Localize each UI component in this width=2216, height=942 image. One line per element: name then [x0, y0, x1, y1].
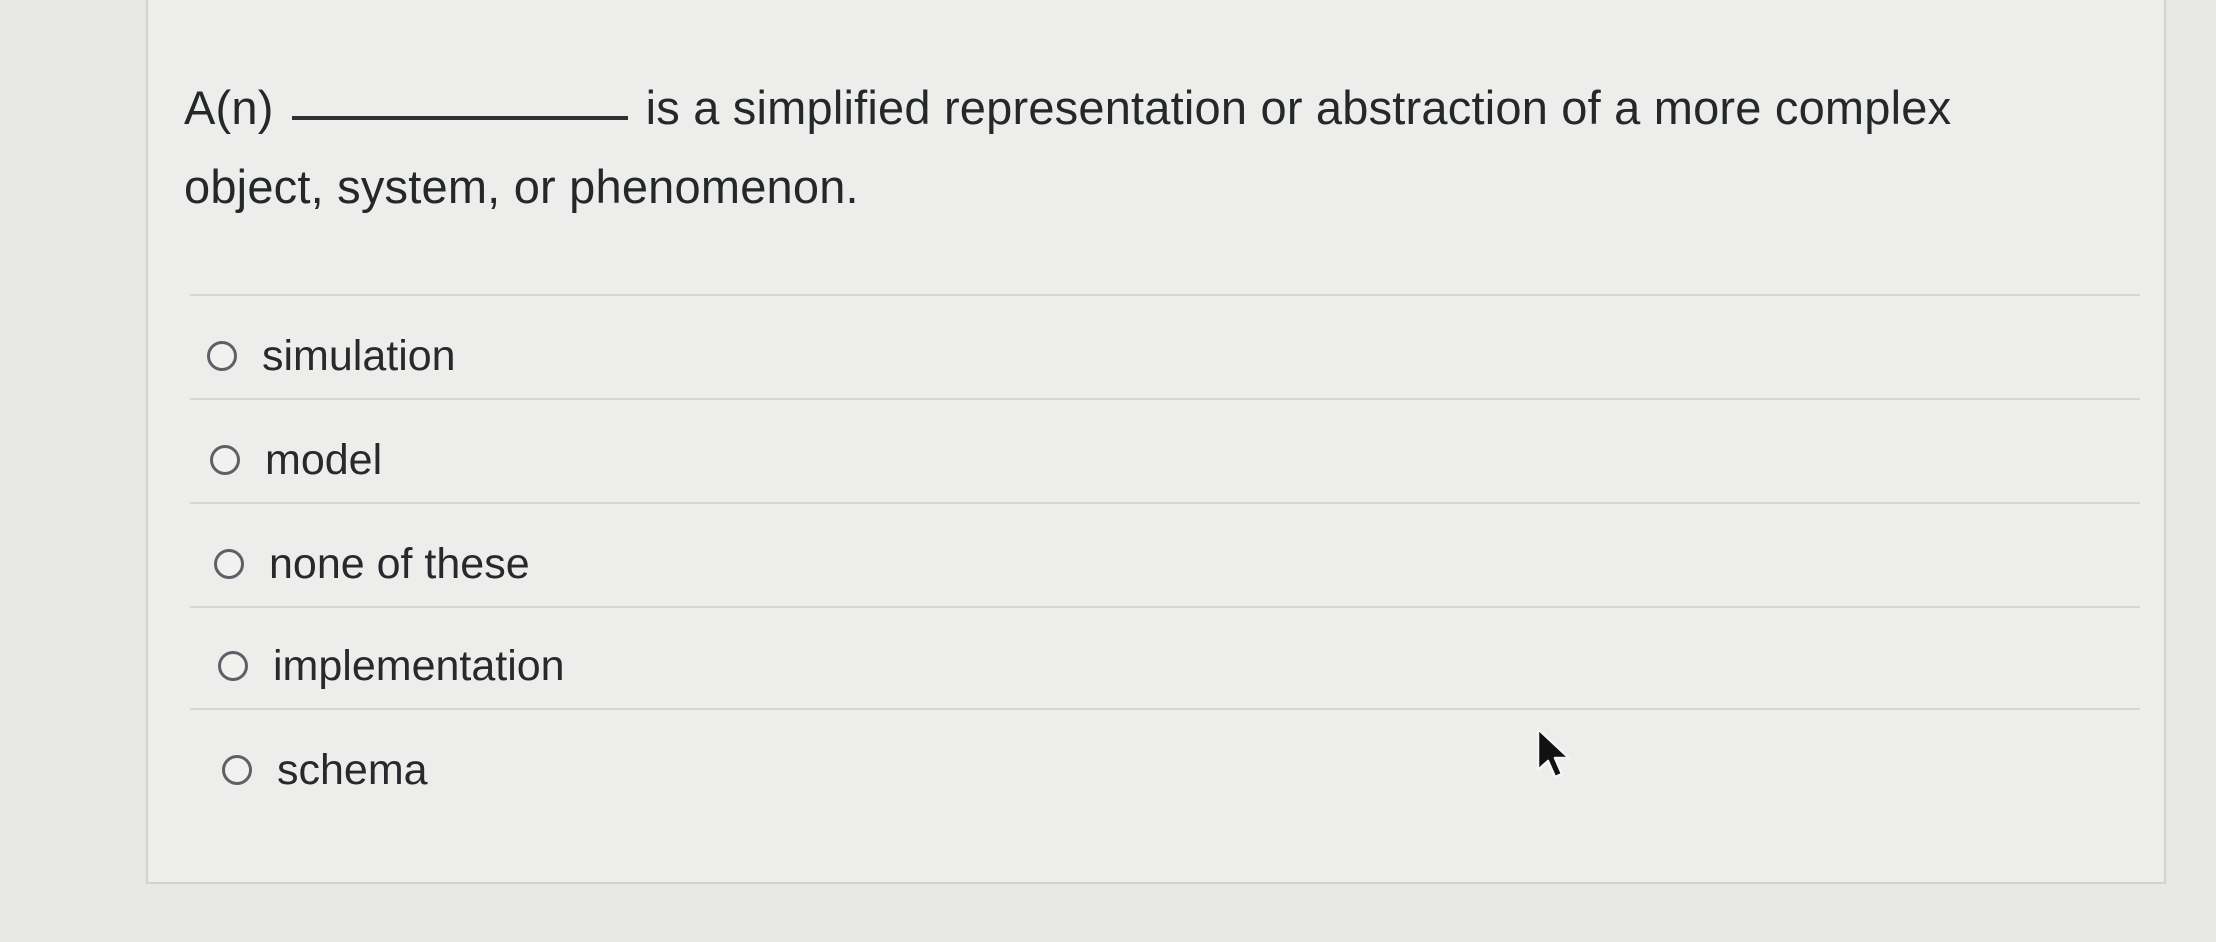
option-divider	[190, 708, 2140, 710]
question-text: A(n) is a simplified representation or ab…	[184, 68, 2104, 226]
question-suffix: is a simplified representation or abstra…	[184, 81, 1952, 213]
option-divider	[190, 606, 2140, 608]
arrow-pointer-icon	[1536, 727, 1571, 779]
option-label: model	[265, 436, 383, 484]
radio-icon[interactable]	[218, 651, 248, 681]
option-divider	[190, 502, 2140, 504]
option-label: implementation	[273, 642, 565, 690]
question-divider	[190, 294, 2140, 296]
option-schema[interactable]: schema	[222, 740, 428, 800]
option-none-of-these[interactable]: none of these	[214, 534, 530, 594]
option-label: schema	[277, 746, 428, 794]
option-simulation[interactable]: simulation	[207, 326, 456, 386]
option-model[interactable]: model	[210, 430, 382, 490]
option-label: none of these	[269, 540, 530, 588]
option-divider	[190, 398, 2140, 400]
question-card: A(n) is a simplified representation or ab…	[146, 0, 2166, 884]
option-label: simulation	[262, 332, 456, 380]
radio-icon[interactable]	[222, 755, 252, 785]
option-implementation[interactable]: implementation	[218, 636, 565, 696]
answer-blank	[291, 116, 628, 120]
radio-icon[interactable]	[210, 445, 240, 475]
question-prefix: A(n)	[184, 81, 274, 134]
radio-icon[interactable]	[207, 341, 237, 371]
radio-icon[interactable]	[214, 549, 244, 579]
